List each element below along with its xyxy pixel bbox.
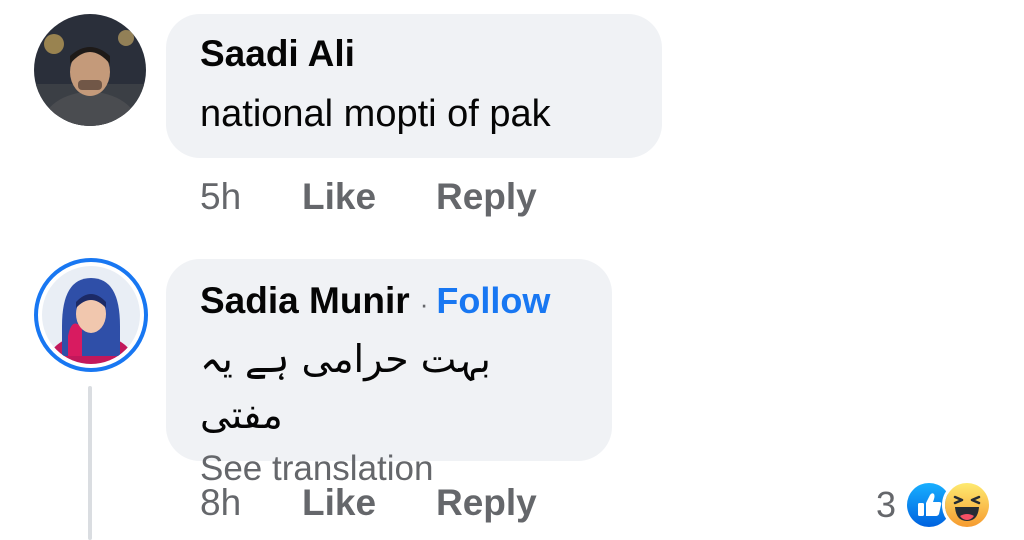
comment-bubble: Sadia Munir · Follow بہت حرامی ہے یہ مفت… bbox=[166, 259, 612, 488]
comment-author[interactable]: Saadi Ali bbox=[200, 32, 628, 76]
avatar[interactable] bbox=[34, 14, 146, 126]
comment-timestamp[interactable]: 8h bbox=[200, 482, 302, 524]
reply-button[interactable]: Reply bbox=[436, 482, 537, 524]
comment-text: بہت حرامی ہے یہ مفتی bbox=[200, 337, 491, 437]
reaction-count: 3 bbox=[875, 484, 896, 525]
like-button[interactable]: Like bbox=[302, 176, 436, 218]
reply-button[interactable]: Reply bbox=[436, 176, 537, 218]
separator-dot: · bbox=[419, 289, 429, 319]
comment-actions: 8h Like Reply bbox=[200, 482, 537, 524]
comment-bubble: Saadi Ali national mopti of pak bbox=[166, 14, 662, 158]
comment-header: Sadia Munir · Follow bbox=[200, 279, 578, 323]
thread-line bbox=[88, 386, 92, 540]
reactions-summary[interactable]: 3 bbox=[876, 480, 992, 530]
haha-icon bbox=[942, 480, 992, 530]
avatar[interactable] bbox=[42, 266, 140, 364]
comment-author[interactable]: Sadia Munir bbox=[200, 279, 410, 323]
comment-actions: 5h Like Reply bbox=[200, 176, 537, 218]
comment-timestamp[interactable]: 5h bbox=[200, 176, 302, 218]
like-button[interactable]: Like bbox=[302, 482, 436, 524]
comment-text: national mopti of pak bbox=[200, 93, 551, 135]
comments-thread: Saadi Ali national mopti of pak 5h Like … bbox=[0, 0, 1024, 540]
follow-button[interactable]: Follow bbox=[436, 280, 550, 322]
